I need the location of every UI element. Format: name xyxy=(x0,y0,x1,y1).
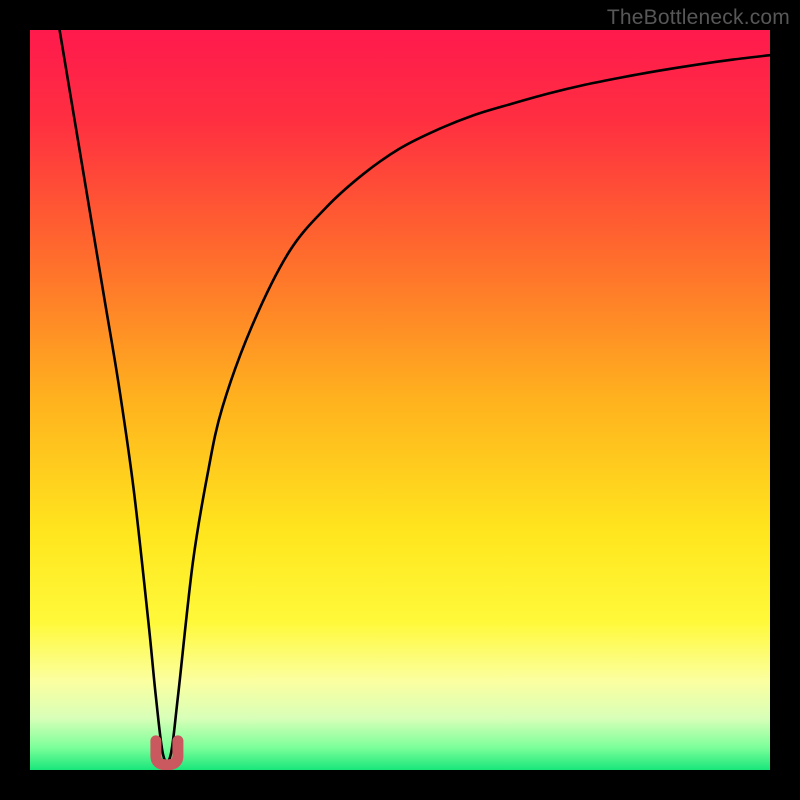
plot-area xyxy=(30,30,770,770)
watermark-text: TheBottleneck.com xyxy=(607,6,790,30)
curve-layer xyxy=(30,30,770,770)
bottleneck-curve xyxy=(60,30,770,763)
minimum-marker xyxy=(156,741,178,765)
